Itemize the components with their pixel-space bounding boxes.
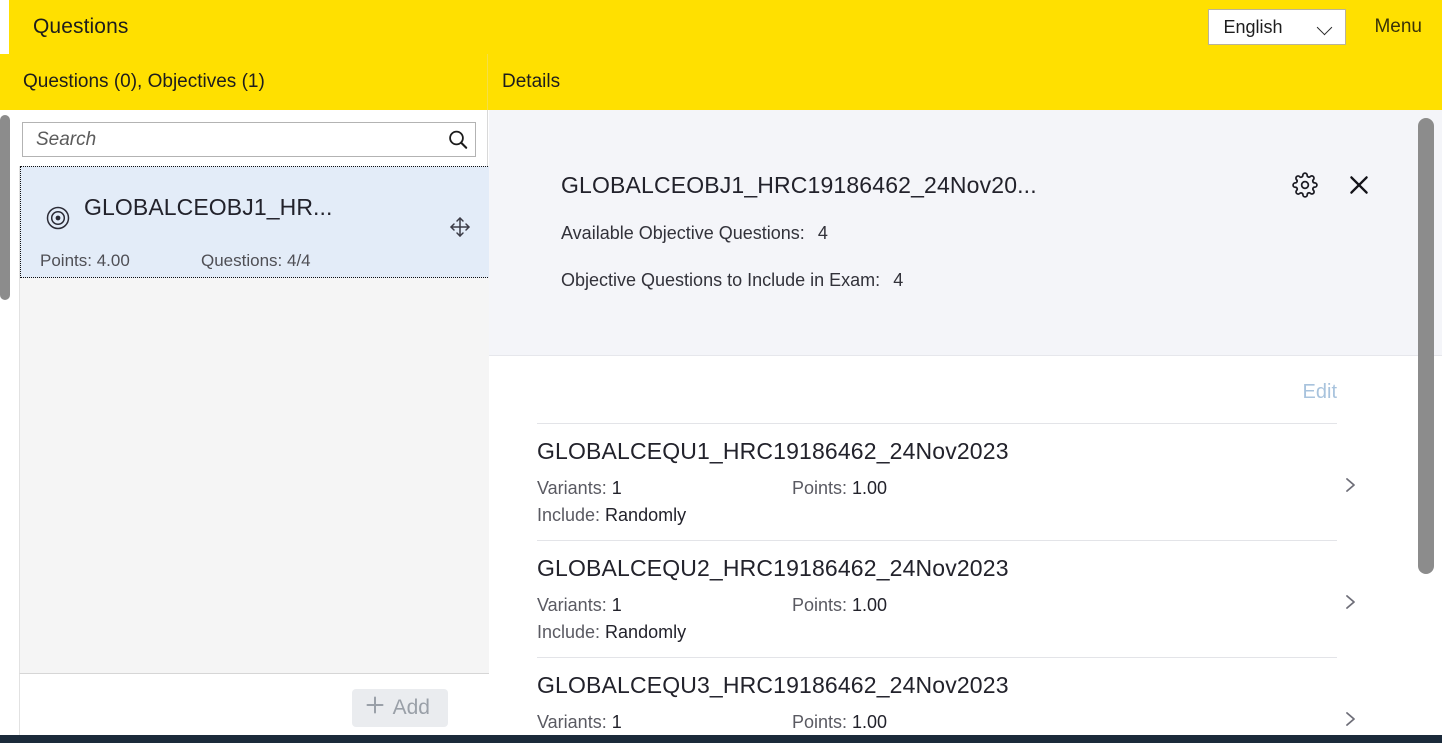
objective-detail-card: GLOBALCEOBJ1_HRC19186462_24Nov20... Avai… (489, 110, 1442, 356)
search-icon[interactable] (441, 128, 475, 152)
top-app-bar: Questions English Menu (9, 0, 1442, 54)
question-variants: Variants: 1 (537, 595, 792, 616)
objectives-list: GLOBALCEOBJ1_HR... Points: 4.00 Question… (19, 166, 497, 674)
question-variants-value: 1 (611, 595, 622, 615)
available-objective-questions-row: Available Objective Questions: 4 (561, 223, 828, 244)
question-variants-value: 1 (611, 478, 622, 498)
close-icon[interactable] (1346, 172, 1372, 198)
table-row[interactable]: GLOBALCEQU3_HRC19186462_24Nov2023 Varian… (537, 657, 1355, 743)
question-include-label: Include: (537, 505, 601, 525)
left-panel-scrollbar-thumb[interactable] (0, 115, 10, 300)
move-handle-icon[interactable] (448, 215, 472, 244)
app-root: Questions English Menu Questions (0), Ob… (0, 0, 1442, 743)
objective-questions-to-include-label: Objective Questions to Include in Exam: (561, 270, 881, 290)
question-variants-value: 1 (611, 712, 622, 732)
question-meta: Variants: 1 Points: 1.00 (537, 712, 1337, 733)
chevron-down-icon (1317, 19, 1333, 35)
objectives-footer: Add (19, 673, 497, 743)
question-variants: Variants: 1 (537, 712, 792, 733)
add-button-label: Add (392, 696, 430, 719)
edit-button[interactable]: Edit (1303, 381, 1337, 404)
target-icon (45, 205, 71, 236)
available-objective-questions-label: Available Objective Questions: (561, 223, 805, 243)
sub-header-bar: Questions (0), Objectives (1) Details (0, 54, 1442, 110)
question-points-label: Points: (792, 712, 848, 732)
language-select-value: English (1223, 16, 1283, 37)
details-panel-scrollbar[interactable] (1418, 110, 1438, 743)
question-points: Points: 1.00 (792, 478, 887, 499)
bottom-edge-bar (0, 735, 1442, 743)
question-points-value: 1.00 (852, 595, 888, 615)
question-variants-label: Variants: (537, 595, 607, 615)
question-include: Include:Randomly (537, 505, 1337, 526)
language-select[interactable]: English (1208, 9, 1347, 45)
question-meta: Variants: 1 Points: 1.00 (537, 478, 1337, 499)
page-title: Questions (33, 15, 129, 38)
search-input[interactable] (23, 128, 441, 151)
question-include-value: Randomly (605, 505, 687, 525)
details-title: Details (502, 71, 561, 92)
chevron-right-icon[interactable] (1341, 710, 1359, 733)
question-points-label: Points: (792, 478, 848, 498)
details-panel: GLOBALCEOBJ1_HRC19186462_24Nov20... Avai… (489, 110, 1442, 743)
table-row[interactable]: GLOBALCEQU2_HRC19186462_24Nov2023 Varian… (537, 540, 1355, 657)
details-header: Details (489, 54, 1442, 110)
question-include: Include:Randomly (537, 622, 1337, 643)
question-name: GLOBALCEQU2_HRC19186462_24Nov2023 (537, 555, 1009, 581)
gear-icon[interactable] (1292, 172, 1318, 198)
question-points: Points: 1.00 (792, 595, 887, 616)
question-points-value: 1.00 (852, 712, 888, 732)
available-objective-questions-value: 4 (817, 223, 828, 243)
left-panel-scrollbar[interactable] (0, 110, 10, 743)
objective-questions-to-include-value: 4 (893, 270, 904, 290)
add-button[interactable]: Add (351, 689, 448, 727)
menu-button[interactable]: Menu (1374, 16, 1422, 38)
questions-list: GLOBALCEQU1_HRC19186462_24Nov2023 Varian… (489, 423, 1442, 743)
objective-name: GLOBALCEOBJ1_HR... (84, 194, 333, 220)
objective-detail-actions (1292, 172, 1372, 198)
question-points-label: Points: (792, 595, 848, 615)
question-name: GLOBALCEQU1_HRC19186462_24Nov2023 (537, 438, 1009, 464)
list-item[interactable]: GLOBALCEOBJ1_HR... Points: 4.00 Question… (20, 166, 496, 278)
objective-questions-count: Questions: 4/4 (201, 251, 311, 270)
questions-objectives-header: Questions (0), Objectives (1) (9, 54, 488, 110)
question-include-label: Include: (537, 622, 601, 642)
chevron-right-icon[interactable] (1341, 593, 1359, 616)
chevron-right-icon[interactable] (1341, 476, 1359, 499)
table-row[interactable]: GLOBALCEQU1_HRC19186462_24Nov2023 Varian… (537, 423, 1355, 540)
objective-detail-title: GLOBALCEOBJ1_HRC19186462_24Nov20... (561, 172, 1037, 198)
question-name: GLOBALCEQU3_HRC19186462_24Nov2023 (537, 672, 1009, 698)
objective-points: Points: 4.00 (40, 251, 130, 270)
details-panel-scrollbar-thumb[interactable] (1418, 118, 1434, 574)
search-field-wrapper (22, 122, 476, 157)
question-meta: Variants: 1 Points: 1.00 (537, 595, 1337, 616)
question-points: Points: 1.00 (792, 712, 887, 733)
question-include-value: Randomly (605, 622, 687, 642)
question-variants-label: Variants: (537, 478, 607, 498)
top-bar-actions: English Menu (1208, 9, 1442, 45)
question-variants-label: Variants: (537, 712, 607, 732)
question-variants: Variants: 1 (537, 478, 792, 499)
plus-icon (364, 694, 386, 722)
edit-row: Edit (489, 356, 1442, 428)
questions-objectives-title: Questions (0), Objectives (1) (23, 71, 265, 92)
question-points-value: 1.00 (852, 478, 888, 498)
objectives-panel: GLOBALCEOBJ1_HR... Points: 4.00 Question… (9, 110, 497, 743)
left-edge-strip (0, 0, 9, 54)
objective-questions-to-include-row: Objective Questions to Include in Exam: … (561, 270, 903, 291)
